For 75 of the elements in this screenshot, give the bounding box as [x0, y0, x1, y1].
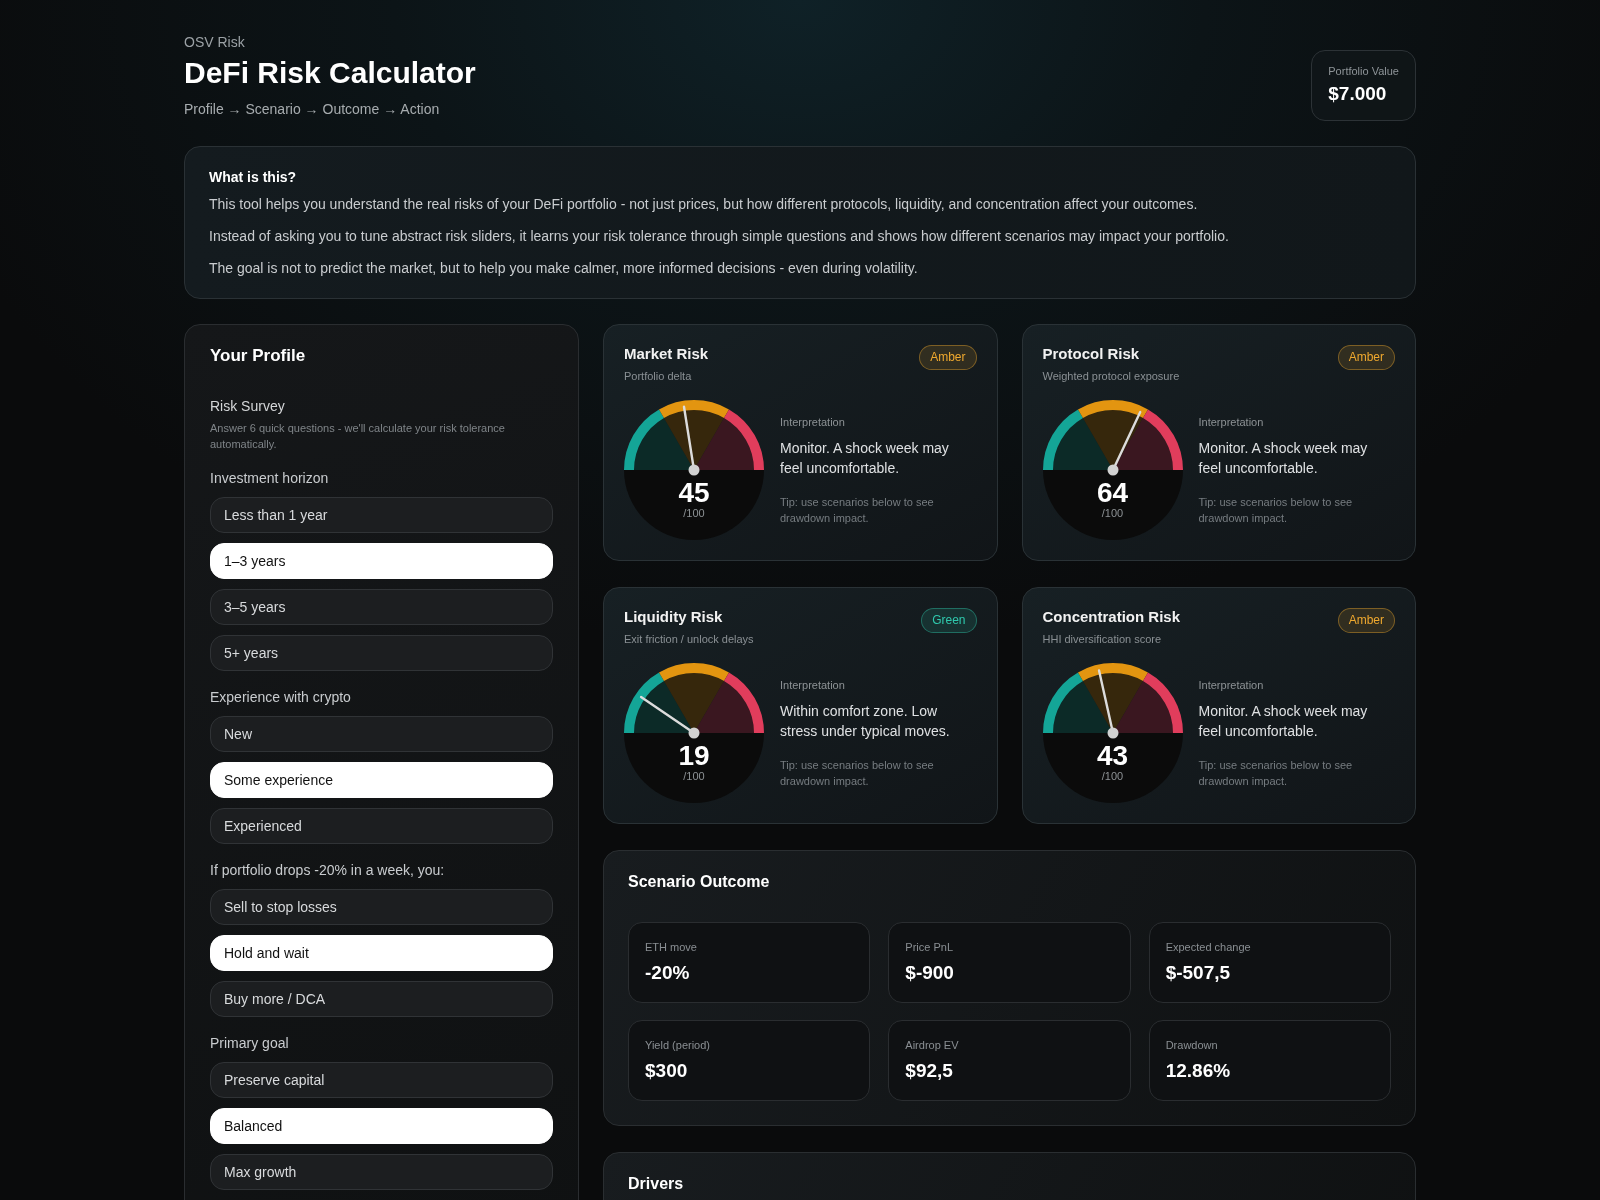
risk-score: 43: [1096, 742, 1129, 770]
answer-option[interactable]: Experienced: [210, 808, 553, 844]
answer-option[interactable]: Buy more / DCA: [210, 981, 553, 1017]
metric-value: $92,5: [905, 1059, 954, 1083]
risk-score: 45: [678, 479, 710, 507]
interpretation-text: Within comfort zone. Low stress under typical moves.: [780, 701, 951, 741]
drivers-title: Drivers: [628, 1174, 685, 1194]
metric-label: ETH move: [645, 940, 698, 954]
answer-option[interactable]: Balanced: [210, 1108, 553, 1144]
metric-value: -20%: [645, 961, 691, 985]
portfolio-value-label: Portfolio Value: [1328, 64, 1399, 78]
question-label: If portfolio drops -20% in a week, you:: [210, 861, 446, 879]
interpretation-label: Interpretation: [780, 414, 846, 429]
answer-option[interactable]: New: [210, 716, 553, 752]
survey-hint: Answer 6 quick questions - we'll calculate your risk tolerance automatically.: [210, 421, 506, 452]
info-title: What is this?: [209, 168, 298, 186]
question-label: Primary goal: [210, 1034, 290, 1052]
survey-title: Risk Survey: [210, 397, 286, 415]
interpretation-text: Monitor. A shock week may feel uncomfortable.: [1198, 438, 1369, 478]
question-label: Investment horizon: [210, 469, 330, 487]
score-scale: /100: [683, 770, 705, 782]
answer-option[interactable]: 5+ years: [210, 635, 553, 671]
tip-text: Tip: use scenarios below to see drawdown impact.: [780, 494, 935, 526]
metric-value: $300: [645, 1059, 689, 1083]
brand-label: OSV Risk: [184, 33, 246, 51]
interpretation-label: Interpretation: [1198, 677, 1265, 692]
question-label: Experience with crypto: [210, 688, 352, 706]
metric-label: Drawdown: [1165, 1038, 1219, 1052]
answer-option[interactable]: Preserve capital: [210, 1062, 553, 1098]
answer-option[interactable]: Less than 1 year: [210, 497, 553, 533]
interpretation-text: Monitor. A shock week may feel uncomfortable.: [1198, 701, 1369, 741]
risk-subtitle: Portfolio delta: [624, 369, 693, 383]
tip-text: Tip: use scenarios below to see drawdown impact.: [780, 757, 935, 789]
interpretation-label: Interpretation: [1198, 414, 1265, 429]
score-scale: /100: [1101, 507, 1124, 519]
step-breadcrumb: Profile → Scenario → Outcome → Action: [184, 100, 441, 118]
metric-value: $-507,5: [1165, 961, 1232, 985]
portfolio-value: $7.000: [1328, 82, 1388, 106]
info-paragraph: This tool helps you understand the real risks of your DeFi portfolio - not just prices, but how different protocols, liquidity, and concentration affect your outcomes.: [209, 195, 1199, 213]
answer-option[interactable]: Hold and wait: [210, 935, 553, 971]
metric-value: $-900: [905, 961, 955, 985]
status-badge: Amber: [1337, 345, 1395, 370]
risk-title: Concentration Risk: [1042, 608, 1181, 626]
page-title: DeFi Risk Calculator: [184, 55, 476, 91]
risk-subtitle: HHI diversification score: [1042, 632, 1163, 646]
interpretation-label: Interpretation: [780, 677, 846, 692]
metric-label: Airdrop EV: [905, 1038, 960, 1052]
answer-option[interactable]: Some experience: [210, 762, 553, 798]
risk-title: Protocol Risk: [1042, 345, 1141, 363]
risk-score: 19: [678, 742, 710, 770]
risk-title: Market Risk: [624, 345, 709, 363]
info-paragraph: Instead of asking you to tune abstract risk sliders, it learns your risk tolerance through simple questions and shows how different scenarios may impact your portfolio.: [209, 227, 1230, 245]
risk-subtitle: Weighted protocol exposure: [1042, 369, 1180, 383]
status-badge: Green: [921, 608, 977, 633]
answer-option[interactable]: 1–3 years: [210, 543, 553, 579]
risk-score: 64: [1096, 479, 1129, 507]
score-scale: /100: [683, 507, 705, 519]
answer-option[interactable]: Sell to stop losses: [210, 889, 553, 925]
answer-option[interactable]: 3–5 years: [210, 589, 553, 625]
metric-label: Yield (period): [645, 1038, 711, 1052]
risk-title: Liquidity Risk: [624, 608, 724, 626]
metric-label: Price PnL: [905, 940, 955, 954]
status-badge: Amber: [1337, 608, 1395, 633]
tip-text: Tip: use scenarios below to see drawdown impact.: [1198, 494, 1354, 526]
metric-label: Expected change: [1165, 940, 1252, 954]
status-badge: Amber: [919, 345, 977, 370]
risk-subtitle: Exit friction / unlock delays: [624, 632, 754, 646]
profile-title: Your Profile: [210, 345, 307, 367]
info-paragraph: The goal is not to predict the market, but to help you make calmer, more informed decisions - even during volatility.: [209, 259, 919, 277]
scenario-title: Scenario Outcome: [628, 872, 771, 892]
interpretation-text: Monitor. A shock week may feel uncomfortable.: [780, 438, 950, 478]
score-scale: /100: [1101, 770, 1124, 782]
metric-value: 12.86%: [1165, 1059, 1232, 1083]
answer-option[interactable]: Max growth: [210, 1154, 553, 1190]
tip-text: Tip: use scenarios below to see drawdown impact.: [1198, 757, 1354, 789]
